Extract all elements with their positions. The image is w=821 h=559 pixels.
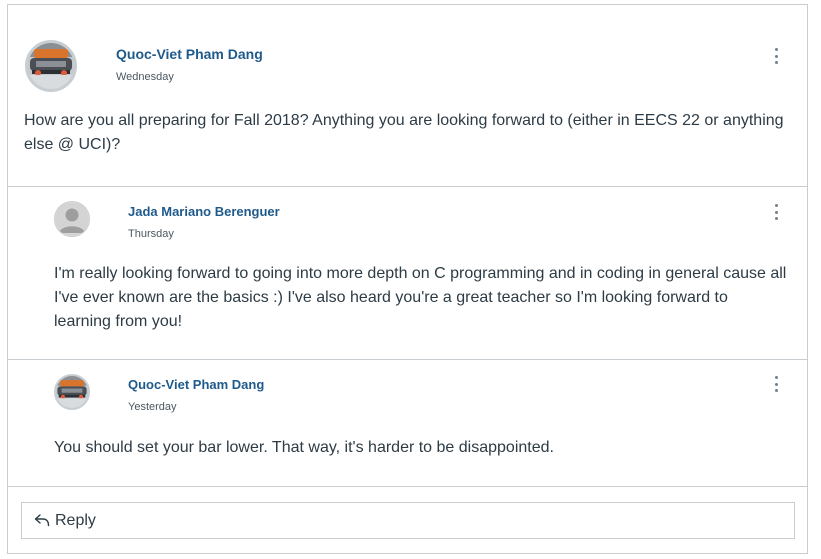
post-date: Yesterday [128, 401, 177, 413]
default-user-avatar[interactable] [54, 201, 90, 237]
author-name-link[interactable]: Quoc-Viet Pham Dang [128, 377, 264, 392]
author-name-link[interactable]: Quoc-Viet Pham Dang [116, 46, 263, 62]
post-message: I'm really looking forward to going into… [54, 265, 787, 330]
author-name-link[interactable]: Jada Mariano Berenguer [128, 204, 280, 219]
reply-arrow-icon [34, 514, 50, 527]
reply-label: Reply [55, 512, 96, 529]
discussion-entry-reply: Jada Mariano Berenguer Thursday I'm real… [8, 187, 807, 359]
car-photo-avatar[interactable] [54, 374, 90, 410]
discussion-thread: Quoc-Viet Pham Dang Wednesday How are yo… [7, 4, 808, 554]
car-photo-icon [56, 376, 88, 408]
post-date: Thursday [128, 228, 174, 240]
reply-button[interactable]: Reply [21, 502, 795, 539]
more-options-icon[interactable] [769, 46, 783, 66]
post-message: How are you all preparing for Fall 2018?… [24, 112, 784, 153]
post-date: Wednesday [116, 71, 174, 83]
more-options-icon[interactable] [769, 374, 783, 394]
more-options-icon[interactable] [769, 202, 783, 222]
car-photo-avatar[interactable] [25, 40, 77, 92]
discussion-entry-reply: Quoc-Viet Pham Dang Yesterday You should… [8, 360, 807, 486]
entry-divider [8, 486, 807, 487]
car-photo-icon [28, 43, 74, 89]
discussion-entry-root: Quoc-Viet Pham Dang Wednesday How are yo… [8, 5, 807, 186]
post-message: You should set your bar lower. That way,… [54, 439, 554, 456]
user-silhouette-icon [55, 202, 89, 236]
